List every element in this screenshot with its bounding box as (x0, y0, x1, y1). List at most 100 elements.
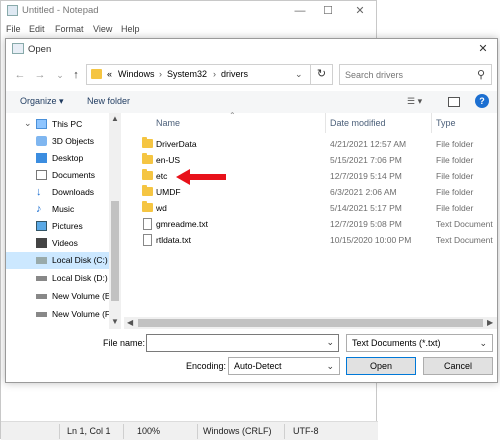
breadcrumb-system32[interactable]: System32 (167, 69, 207, 79)
nav-item-local-disk-d[interactable]: Local Disk (D:) (6, 270, 109, 287)
file-name-label: File name: (103, 338, 146, 348)
file-type-value: Text Documents (*.txt) (352, 338, 441, 348)
dialog-toolbar: Organize ▾ New folder ☰ ▾ ? (6, 91, 497, 113)
organize-menu[interactable]: Organize ▾ (20, 96, 64, 107)
horizontal-scrollbar[interactable]: ◀ ▶ (124, 317, 497, 329)
minimize-button[interactable]: — (286, 1, 314, 21)
file-list: Name ⌃ Date modified Type DriverData 4/2… (124, 111, 497, 329)
chevron-down-icon[interactable]: ⌄ (295, 69, 303, 80)
file-row[interactable]: en-US 5/15/2021 7:06 PM File folder (124, 152, 497, 168)
nav-item-desktop[interactable]: Desktop (6, 150, 109, 167)
nav-item-downloads[interactable]: ↓ Downloads (6, 184, 109, 201)
open-button[interactable]: Open (346, 357, 416, 375)
red-arrow-icon (176, 169, 226, 185)
file-date: 10/15/2020 10:00 PM (330, 235, 412, 245)
notepad-title-bar: Untitled - Notepad — ☐ ✕ (1, 1, 378, 21)
drive-icon (36, 312, 47, 317)
navigation-pane: ⌄ This PC 3D Objects Desktop Documents ↓… (6, 113, 121, 329)
menu-file[interactable]: File (6, 24, 21, 34)
help-icon[interactable]: ? (475, 94, 489, 108)
nav-label: Documents (52, 170, 95, 180)
maximize-button[interactable]: ☐ (314, 1, 342, 21)
file-type: File folder (436, 171, 474, 181)
cancel-button[interactable]: Cancel (423, 357, 493, 375)
file-type: File folder (436, 155, 474, 165)
dialog-title: Open (28, 44, 52, 55)
dialog-close-button[interactable]: ✕ (469, 39, 497, 59)
folder-icon (91, 69, 102, 79)
forward-arrow-icon[interactable]: → (32, 67, 48, 83)
view-options-icon[interactable]: ☰ ▾ (407, 96, 422, 107)
scrollbar-thumb[interactable] (138, 319, 483, 327)
nav-pane-scrollbar[interactable]: ▲ ▼ (109, 113, 121, 329)
column-header: Name ⌃ Date modified Type (124, 111, 497, 133)
file-name: DriverData (156, 139, 197, 149)
menu-help[interactable]: Help (121, 24, 140, 34)
file-name-input[interactable]: ⌄ (146, 334, 339, 352)
search-icon[interactable]: ⚲ (477, 68, 485, 81)
folder-icon (142, 201, 153, 212)
up-arrow-icon[interactable]: ↑ (68, 67, 84, 83)
scrollbar-thumb[interactable] (111, 201, 119, 301)
column-date-modified[interactable]: Date modified (330, 118, 386, 128)
nav-item-new-volume-e[interactable]: New Volume (E (6, 288, 110, 305)
refresh-button[interactable]: ↻ (311, 64, 333, 85)
cube-icon (36, 136, 47, 146)
close-button[interactable]: ✕ (346, 1, 374, 21)
file-row[interactable]: gmreadme.txt 12/7/2019 5:08 PM Text Docu… (124, 216, 497, 232)
chevron-down-icon[interactable]: ⌄ (326, 337, 334, 348)
organize-label: Organize (20, 96, 57, 106)
scroll-up-icon[interactable]: ▲ (111, 114, 119, 123)
encoding-select[interactable]: Auto-Detect ⌄ (228, 357, 340, 375)
preview-pane-icon[interactable] (448, 97, 460, 107)
search-box[interactable]: ⚲ (339, 64, 492, 85)
file-date: 5/14/2021 5:17 PM (330, 203, 402, 213)
chevron-down-icon: ⌄ (326, 361, 334, 371)
file-row[interactable]: DriverData 4/21/2021 12:57 AM File folde… (124, 136, 497, 152)
file-row[interactable]: UMDF 6/3/2021 2:06 AM File folder (124, 184, 497, 200)
nav-label: New Volume (F (52, 309, 110, 319)
file-type: File folder (436, 187, 474, 197)
file-name: etc (156, 171, 168, 181)
file-type-select[interactable]: Text Documents (*.txt) ⌄ (346, 334, 493, 352)
scroll-left-icon[interactable]: ◀ (127, 318, 133, 327)
file-row[interactable]: rtldata.txt 10/15/2020 10:00 PM Text Doc… (124, 232, 497, 248)
breadcrumb-overflow[interactable]: « (107, 69, 112, 79)
notepad-app-icon (7, 5, 18, 16)
folder-icon (142, 185, 153, 196)
nav-item-3d-objects[interactable]: 3D Objects (6, 133, 109, 150)
back-arrow-icon[interactable]: ← (12, 67, 28, 83)
nav-item-this-pc[interactable]: ⌄ This PC (6, 116, 109, 133)
address-bar[interactable]: « Windows › System32 › drivers ⌄ (86, 64, 311, 85)
new-folder-button[interactable]: New folder (87, 96, 130, 106)
drive-icon (36, 294, 47, 299)
breadcrumb-drivers[interactable]: drivers (221, 69, 248, 79)
nav-label: Downloads (52, 187, 95, 197)
file-date: 4/21/2021 12:57 AM (330, 139, 407, 149)
nav-item-videos[interactable]: Videos (6, 235, 109, 252)
nav-item-new-volume-f[interactable]: New Volume (F (6, 306, 110, 323)
column-name[interactable]: Name (156, 118, 180, 128)
nav-item-pictures[interactable]: Pictures (6, 218, 109, 235)
nav-item-local-disk-c[interactable]: Local Disk (C:) (6, 252, 109, 269)
file-name: wd (156, 203, 167, 213)
expand-chevron-icon[interactable]: ⌄ (24, 118, 32, 129)
nav-item-documents[interactable]: Documents (6, 167, 109, 184)
nav-label: This PC (52, 119, 83, 129)
menu-view[interactable]: View (93, 24, 112, 34)
nav-item-music[interactable]: ♪ Music (6, 201, 109, 218)
recent-chevron-icon[interactable]: ⌄ (52, 67, 68, 83)
search-input[interactable] (345, 68, 465, 82)
file-date: 5/15/2021 7:06 PM (330, 155, 402, 165)
text-document-icon (143, 218, 152, 230)
column-type[interactable]: Type (436, 118, 456, 128)
menu-format[interactable]: Format (55, 24, 84, 34)
scroll-down-icon[interactable]: ▼ (111, 317, 119, 326)
menu-edit[interactable]: Edit (29, 24, 45, 34)
chevron-right-icon: › (213, 69, 216, 79)
file-row[interactable]: wd 5/14/2021 5:17 PM File folder (124, 200, 497, 216)
nav-label: Desktop (52, 153, 84, 163)
breadcrumb-windows[interactable]: Windows (118, 69, 155, 79)
open-dialog: Open ✕ ← → ⌄ ↑ « Windows › System32 › dr… (5, 38, 498, 383)
scroll-right-icon[interactable]: ▶ (487, 318, 493, 327)
